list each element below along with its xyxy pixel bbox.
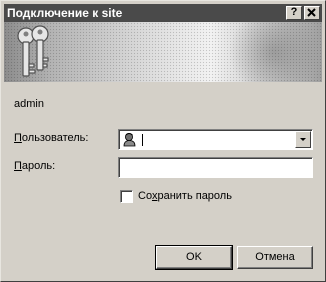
save-password-label-after: ранить пароль	[157, 190, 232, 202]
save-password-label[interactable]: Сохранить пароль	[138, 190, 232, 202]
close-icon	[307, 8, 316, 17]
save-password-label-before: Со	[138, 190, 152, 202]
password-label: Пароль:	[14, 160, 55, 172]
ok-button[interactable]: OK	[155, 245, 233, 270]
window-title: Подключение к site	[7, 6, 123, 20]
username-combobox[interactable]	[118, 129, 313, 150]
title-bar[interactable]: Подключение к site ?	[4, 4, 322, 22]
dropdown-arrow-button[interactable]	[295, 131, 311, 148]
save-password-checkbox[interactable]	[120, 190, 133, 203]
password-label-rest: ароль:	[21, 160, 56, 172]
password-label-mnemonic: П	[14, 160, 22, 172]
text-caret	[142, 134, 143, 146]
banner-image	[4, 22, 322, 82]
user-icon	[123, 133, 136, 147]
username-label: Пользователь:	[14, 132, 88, 144]
cancel-button[interactable]: Отмена	[237, 246, 313, 269]
help-button[interactable]: ?	[286, 6, 302, 20]
login-dialog: Подключение к site ? admin Пользователь:…	[0, 0, 326, 282]
username-label-rest: ользователь:	[21, 132, 89, 144]
password-field[interactable]	[118, 157, 313, 178]
keys-icon	[17, 25, 49, 77]
server-text: admin	[14, 98, 44, 110]
close-button[interactable]	[304, 6, 320, 20]
username-label-mnemonic: П	[14, 132, 22, 144]
